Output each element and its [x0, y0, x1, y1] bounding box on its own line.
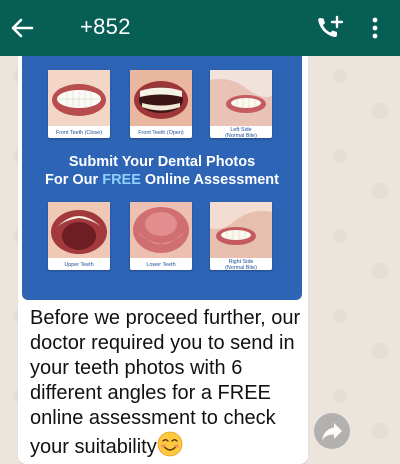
caption-front-close: Front Teeth (Close) [55, 129, 103, 136]
dental-photos-card[interactable]: Front Teeth (Close) Front Teeth (Open) L… [22, 56, 302, 300]
more-vert-icon[interactable] [366, 14, 384, 42]
smiling-blush-emoji [157, 431, 183, 457]
caption-lower-teeth: Lower Teeth [146, 261, 176, 268]
headline-line-2: For Our FREE Online Assessment [45, 172, 279, 188]
message-text: Before we proceed further, our doctor re… [30, 307, 301, 458]
right-side-photo [210, 202, 272, 258]
caption-front-open: Front Teeth (Open) [138, 129, 184, 136]
photo-tile-right-side: Right Side (Normal Bite) [210, 202, 272, 271]
arrow-left-icon[interactable] [6, 12, 38, 44]
front-teeth-open-photo [130, 70, 192, 126]
left-side-photo [210, 70, 272, 126]
headline-line-1: Submit Your Dental Photos [68, 154, 256, 170]
contact-title[interactable]: +852 [80, 14, 131, 40]
photo-tile-upper-teeth: Upper Teeth [48, 202, 110, 270]
add-call-icon[interactable] [314, 14, 344, 42]
free-highlight: FREE [102, 172, 141, 188]
caption-right-side: Right Side (Normal Bite) [225, 258, 257, 271]
lower-teeth-photo [130, 202, 192, 258]
photo-tile-front-open: Front Teeth (Open) [130, 70, 192, 138]
caption-upper-teeth: Upper Teeth [64, 261, 94, 268]
forward-button[interactable] [314, 413, 350, 449]
upper-teeth-photo [48, 202, 110, 258]
photo-tile-lower-teeth: Lower Teeth [130, 202, 192, 270]
photo-tile-left-side: Left Side (Normal Bite) [210, 70, 272, 139]
photo-tile-front-close: Front Teeth (Close) [48, 70, 110, 138]
front-teeth-close-photo [48, 70, 110, 126]
chat-header: +852 [0, 0, 400, 56]
share-forward-icon [322, 423, 342, 441]
caption-left-side: Left Side (Normal Bite) [225, 126, 257, 139]
